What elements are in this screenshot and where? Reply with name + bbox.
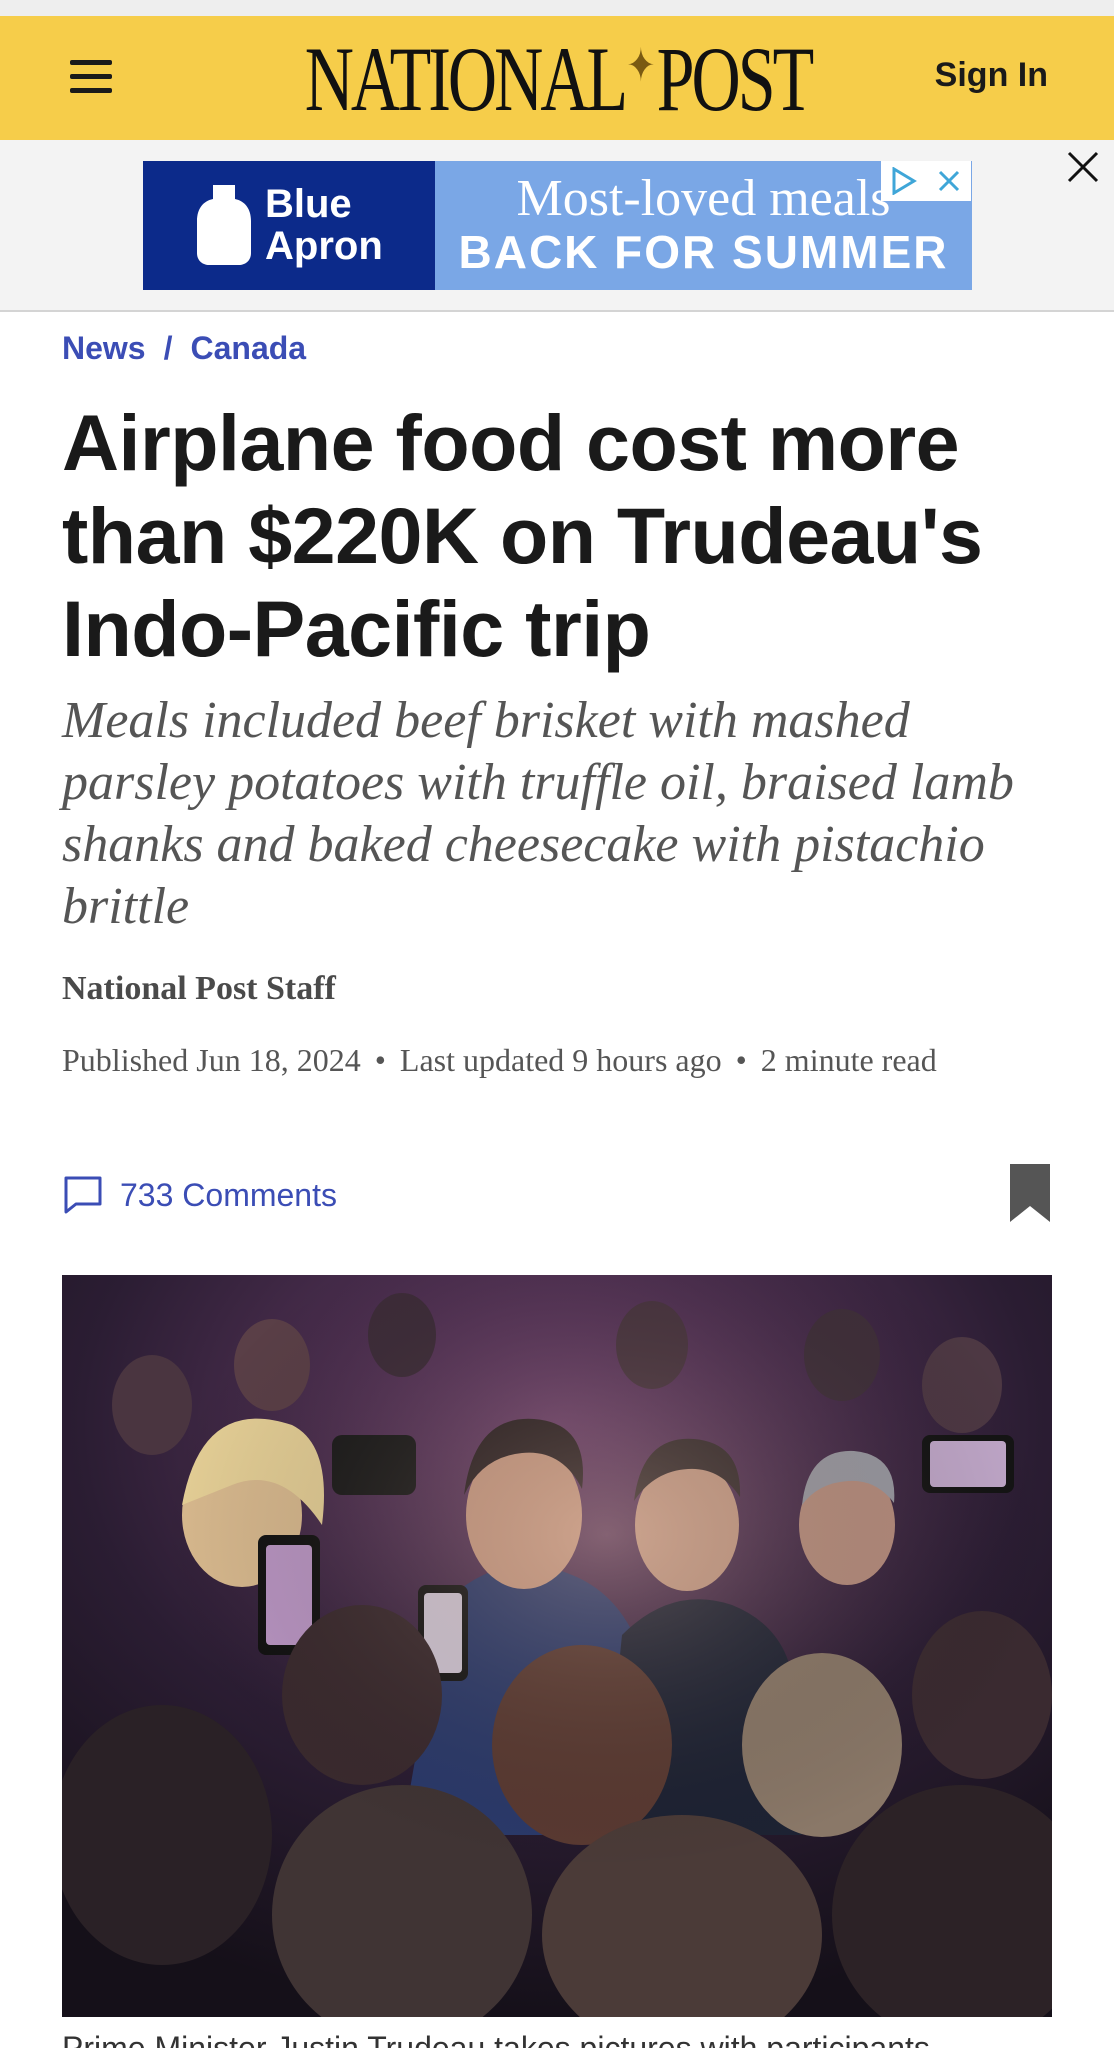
ad-dismiss-icon[interactable]	[926, 161, 971, 201]
apron-icon	[197, 185, 251, 265]
logo-word-national: NATIONAL	[304, 28, 628, 130]
article-headline: Airplane food cost more than $220K on Tr…	[62, 398, 983, 673]
ad-brand-panel: Blue Apron	[143, 161, 435, 290]
crowd-photo-illustration	[62, 1275, 1052, 2017]
published-date: Published Jun 18, 2024	[62, 1042, 361, 1078]
article-meta: Published Jun 18, 2024 • Last updated 9 ho…	[62, 1040, 1072, 1080]
comments-link[interactable]: 733 Comments	[62, 1174, 337, 1216]
ad-brand-line2: Apron	[265, 224, 383, 268]
breadcrumb-separator: /	[163, 330, 173, 366]
ad-bar: Blue Apron Most-loved meals BACK FOR SUM…	[0, 140, 1114, 312]
comment-icon	[64, 1176, 102, 1214]
breadcrumb-canada-link[interactable]: Canada	[190, 330, 306, 366]
article-dek: Meals included beef brisket with mashed …	[62, 692, 1014, 935]
status-strip	[0, 0, 1114, 16]
article-byline[interactable]: National Post Staff	[62, 970, 336, 1008]
adchoices-icon[interactable]	[881, 161, 926, 201]
masthead: NATIONAL ✦ POST Sign In	[0, 16, 1114, 140]
maple-leaf-icon: ✦	[626, 40, 656, 91]
close-icon[interactable]	[1066, 150, 1100, 184]
ad-banner[interactable]: Blue Apron Most-loved meals BACK FOR SUM…	[143, 161, 972, 290]
ad-brand-name: Blue Apron	[265, 183, 383, 267]
sign-in-button[interactable]: Sign In	[935, 56, 1048, 95]
meta-separator: •	[374, 1042, 386, 1078]
adchoices-badge[interactable]	[881, 161, 971, 201]
breadcrumb: News / Canada	[62, 330, 306, 367]
menu-icon[interactable]	[70, 60, 112, 94]
comments-count: 733 Comments	[120, 1176, 337, 1213]
breadcrumb-news-link[interactable]: News	[62, 330, 146, 366]
meta-separator: •	[735, 1042, 747, 1078]
photo-caption: Prime Minister Justin Trudeau takes pict…	[62, 2030, 930, 2048]
last-updated: Last updated 9 hours ago	[399, 1042, 722, 1078]
logo-word-post: POST	[656, 28, 815, 130]
hero-photo	[62, 1275, 1052, 2017]
ad-subline: BACK FOR SUMMER	[458, 226, 949, 278]
read-time: 2 minute read	[760, 1042, 937, 1078]
national-post-logo[interactable]: NATIONAL ✦ POST	[305, 28, 815, 130]
bookmark-icon[interactable]	[1008, 1162, 1052, 1224]
ad-brand-line1: Blue	[265, 182, 352, 226]
